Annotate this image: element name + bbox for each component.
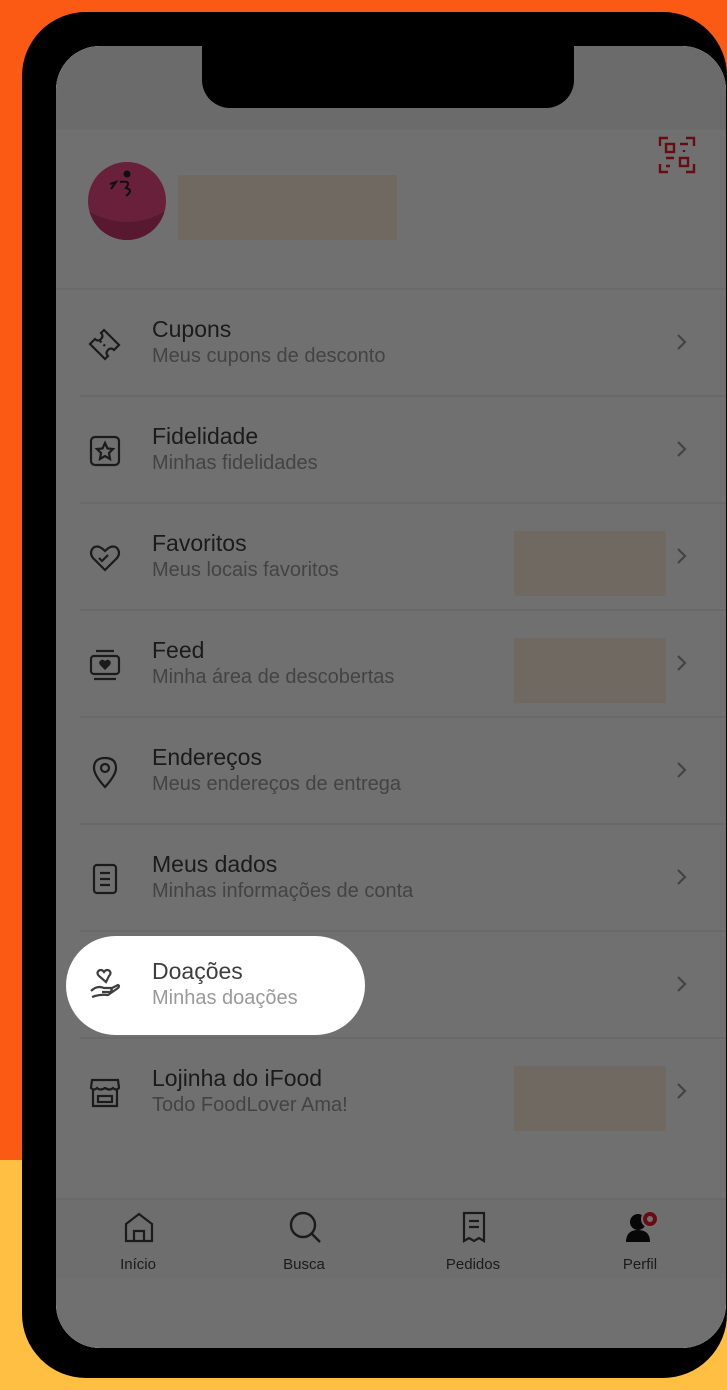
chevron-right-icon bbox=[677, 762, 687, 778]
nav-item-busca[interactable]: Busca bbox=[244, 1200, 364, 1280]
bottom-navigation: Início Busca Pedidos Perfil bbox=[56, 1198, 726, 1280]
location-pin-icon bbox=[92, 756, 118, 789]
qr-code-icon[interactable] bbox=[658, 136, 696, 174]
ticket-icon bbox=[88, 328, 121, 361]
receipt-icon bbox=[462, 1211, 486, 1243]
chevron-right-icon bbox=[677, 441, 687, 457]
chevron-right-icon bbox=[677, 548, 687, 564]
nav-label: Perfil bbox=[622, 1256, 658, 1273]
menu-item-lojinha[interactable]: Lojinha do iFood Todo FoodLover Ama! bbox=[56, 1039, 726, 1146]
menu-item-subtitle: Minhas informações de conta bbox=[152, 880, 414, 902]
feed-icon bbox=[89, 649, 121, 681]
menu-item-title: Lojinha do iFood bbox=[152, 1065, 323, 1091]
menu-item-subtitle: Meus endereços de entrega bbox=[152, 773, 402, 795]
menu-item-cupons[interactable]: Cupons Meus cupons de desconto bbox=[56, 290, 726, 397]
favorites-preview-placeholder bbox=[514, 531, 666, 596]
nav-label: Início bbox=[120, 1256, 156, 1273]
menu-item-title: Meus dados bbox=[152, 851, 278, 877]
menu-item-enderecos[interactable]: Endereços Meus endereços de entrega bbox=[56, 718, 726, 825]
home-indicator-area bbox=[56, 1278, 726, 1348]
menu-item-subtitle: Minhas doações bbox=[152, 987, 298, 1009]
profile-icon bbox=[626, 1210, 658, 1242]
avatar[interactable] bbox=[88, 162, 166, 240]
chevron-right-icon bbox=[677, 334, 687, 350]
chevron-right-icon bbox=[677, 1083, 687, 1099]
user-name-placeholder bbox=[178, 175, 397, 240]
menu-item-fidelidade[interactable]: Fidelidade Minhas fidelidades bbox=[56, 397, 726, 504]
nav-item-inicio[interactable]: Início bbox=[78, 1200, 198, 1280]
document-icon bbox=[92, 863, 118, 895]
heart-hand-icon bbox=[90, 968, 121, 999]
search-icon bbox=[289, 1211, 321, 1243]
nav-item-perfil[interactable]: Perfil bbox=[580, 1200, 700, 1280]
menu-item-title: Fidelidade bbox=[152, 423, 259, 449]
menu-item-subtitle: Minha área de descobertas bbox=[152, 666, 395, 688]
menu-item-title: Feed bbox=[152, 637, 205, 663]
home-icon bbox=[124, 1212, 154, 1243]
feed-preview-placeholder bbox=[514, 638, 666, 703]
menu-item-title: Cupons bbox=[152, 316, 232, 342]
avatar-doodle-icon bbox=[90, 170, 164, 240]
phone-screen: Cupons Meus cupons de desconto Fidelidad… bbox=[56, 46, 726, 1348]
menu-item-feed[interactable]: Feed Minha área de descobertas bbox=[56, 611, 726, 718]
menu-item-title: Favoritos bbox=[152, 530, 247, 556]
menu-item-title: Doações bbox=[152, 958, 243, 984]
chevron-right-icon bbox=[677, 869, 687, 885]
menu-item-title: Endereços bbox=[152, 744, 262, 770]
menu-item-favoritos[interactable]: Favoritos Meus locais favoritos bbox=[56, 504, 726, 611]
chevron-right-icon bbox=[677, 976, 687, 992]
nav-label: Busca bbox=[283, 1256, 325, 1273]
heart-icon bbox=[89, 545, 121, 572]
phone-notch bbox=[202, 46, 574, 108]
star-badge-icon bbox=[89, 435, 121, 467]
nav-item-pedidos[interactable]: Pedidos bbox=[413, 1200, 533, 1280]
menu-item-subtitle: Minhas fidelidades bbox=[152, 452, 318, 474]
spotlight-doacoes[interactable]: Doações Minhas doações bbox=[66, 936, 365, 1035]
menu-item-subtitle: Todo FoodLover Ama! bbox=[152, 1094, 348, 1116]
menu-item-meus-dados[interactable]: Meus dados Minhas informações de conta bbox=[56, 825, 726, 932]
nav-label: Pedidos bbox=[445, 1256, 501, 1273]
menu-item-subtitle: Meus cupons de desconto bbox=[152, 345, 386, 367]
store-icon bbox=[89, 1078, 121, 1108]
chevron-right-icon bbox=[677, 655, 687, 671]
menu-item-subtitle: Meus locais favoritos bbox=[152, 559, 339, 581]
store-preview-placeholder bbox=[514, 1066, 666, 1131]
